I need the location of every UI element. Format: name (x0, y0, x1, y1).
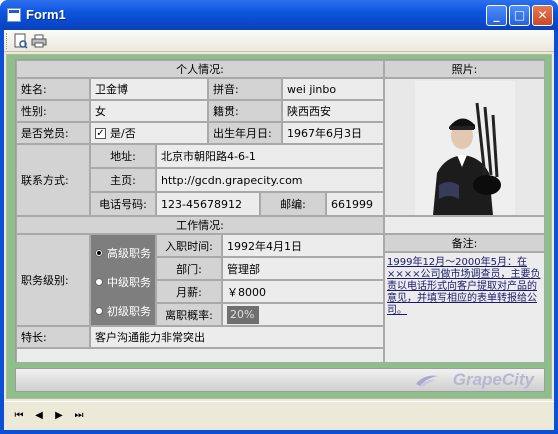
client-area: 个人情况: 照片: 姓名: 卫金博 拼音: wei jinbo 性别: 女 籍贯… (4, 30, 554, 430)
job-level-senior-label: 高级职务 (107, 247, 151, 260)
previous-page-button[interactable]: ◀ (32, 409, 46, 423)
specialty-value: 客户沟通能力非常突出 (90, 326, 384, 348)
homepage-value: http://gcdn.grapecity.com (156, 168, 384, 192)
page-navigation-bar: ⏮ ◀ ▶ ⏭ (4, 401, 554, 430)
salary-label: 月薪: (156, 280, 222, 303)
phone-label: 电话号码: (90, 192, 156, 216)
minimize-button[interactable]: _ (486, 5, 507, 26)
turnover-label: 离职概率: (156, 303, 222, 326)
origin-label: 籍贯: (208, 100, 282, 122)
remark-spacer (384, 216, 545, 234)
job-level-radio-group: 高级职务 中级职务 初级职务 (90, 234, 156, 326)
radio-senior[interactable] (95, 249, 103, 257)
job-level-label: 职务级别: (16, 234, 90, 326)
address-label: 地址: (90, 144, 156, 168)
print-icon[interactable] (30, 32, 48, 50)
salary-value: ￥8000 (222, 280, 384, 303)
gender-label: 性别: (16, 100, 90, 122)
department-value: 管理部 (222, 257, 384, 280)
party-member-field: ✓ 是/否 (90, 122, 208, 144)
party-option-label: 是/否 (110, 127, 136, 140)
remark-text: 1999年12月～2000年5月：在××××公司做市场调查员，主要负责以电话形式… (387, 257, 541, 316)
remark-section-header: 备注: (384, 234, 545, 252)
close-button[interactable]: ✕ (532, 5, 553, 26)
radio-junior[interactable] (95, 307, 103, 315)
employee-report: 个人情况: 照片: 姓名: 卫金博 拼音: wei jinbo 性别: 女 籍贯… (15, 59, 545, 363)
turnover-field: 20% (222, 303, 384, 326)
brand-logo-text: GrapeCity (452, 370, 534, 389)
next-page-button[interactable]: ▶ (52, 409, 66, 423)
personal-section-header: 个人情况: (16, 60, 384, 78)
page-setup-icon[interactable] (12, 32, 30, 50)
radio-middle[interactable] (95, 278, 103, 286)
pinyin-value: wei jinbo (282, 78, 384, 100)
pinyin-label: 拼音: (208, 78, 282, 100)
app-icon[interactable] (7, 8, 21, 22)
postcode-label: 邮编: (260, 192, 326, 216)
work-section-header: 工作情况: (16, 216, 384, 234)
report-viewer: 个人情况: 照片: 姓名: 卫金博 拼音: wei jinbo 性别: 女 籍贯… (6, 54, 552, 399)
job-level-middle-label: 中级职务 (107, 276, 151, 289)
homepage-label: 主页: (90, 168, 156, 192)
brand-bar: GrapeCity (15, 368, 545, 392)
report-footer-spacer (16, 348, 384, 363)
party-member-checkbox[interactable]: ✓ (95, 127, 106, 139)
toolbar-grip[interactable] (6, 33, 9, 49)
window-title: Form1 (26, 7, 66, 22)
birth-label: 出生年月日: (208, 122, 282, 144)
address-value: 北京市朝阳路4-6-1 (156, 144, 384, 168)
last-page-button[interactable]: ⏭ (72, 409, 86, 423)
job-level-senior-option[interactable]: 高级职务 (95, 245, 151, 261)
employee-photo (415, 81, 515, 215)
department-label: 部门: (156, 257, 222, 280)
toolbar (4, 30, 554, 52)
start-date-label: 入职时间: (156, 234, 222, 257)
origin-value: 陕西西安 (282, 100, 384, 122)
grapecity-logo-icon (416, 375, 438, 387)
specialty-label: 特长: (16, 326, 90, 348)
photo-section-header: 照片: (384, 60, 545, 78)
party-label: 是否党员: (16, 122, 90, 144)
job-level-junior-option[interactable]: 初级职务 (95, 303, 151, 319)
job-level-middle-option[interactable]: 中级职务 (95, 274, 151, 290)
first-page-button[interactable]: ⏮ (12, 409, 26, 423)
application-window: Form1 _ □ ✕ 个人情况: 照片: 姓名: 卫金博 拼音: wei ji… (0, 0, 558, 434)
contact-label: 联系方式: (16, 144, 90, 216)
phone-value: 123-45678912 (156, 192, 260, 216)
title-bar[interactable]: Form1 _ □ ✕ (0, 0, 558, 30)
postcode-value: 661999 (326, 192, 384, 216)
birth-value: 1967年6月3日 (282, 122, 384, 144)
job-level-junior-label: 初级职务 (107, 305, 151, 318)
maximize-button[interactable]: □ (509, 5, 530, 26)
turnover-value: 20% (227, 305, 259, 324)
name-value: 卫金博 (90, 78, 208, 100)
remark-box: 1999年12月～2000年5月：在××××公司做市场调查员，主要负责以电话形式… (384, 252, 545, 363)
gender-value: 女 (90, 100, 208, 122)
photo-frame (384, 78, 545, 216)
name-label: 姓名: (16, 78, 90, 100)
start-date-value: 1992年4月1日 (222, 234, 384, 257)
